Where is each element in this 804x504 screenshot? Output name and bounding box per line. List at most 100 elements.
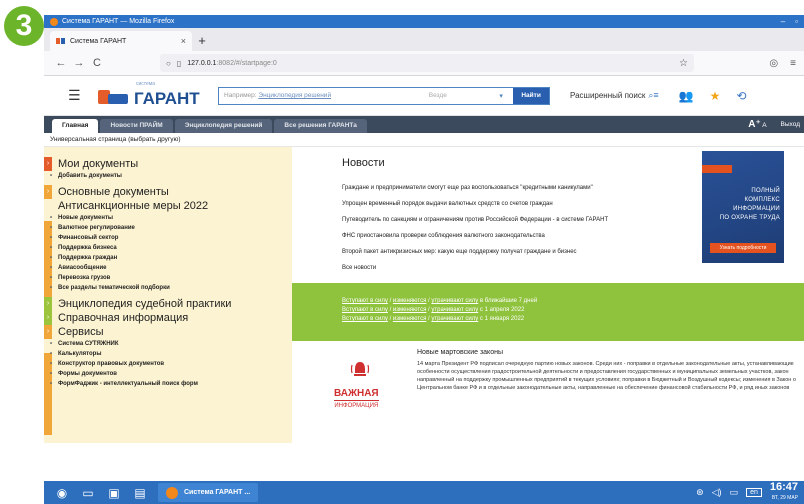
display-icon[interactable]: ▭: [730, 487, 739, 498]
news-item[interactable]: ФНС приостановила проверки соблюдения ва…: [342, 228, 608, 244]
chevron-right-icon: ›: [44, 311, 52, 325]
advanced-search-link[interactable]: Расширенный поиск ⌕≡: [570, 90, 659, 101]
sidebar-item-aviation[interactable]: Авиасообщение: [44, 263, 292, 273]
files-icon[interactable]: ▭: [80, 486, 96, 500]
logout-link[interactable]: Выход: [781, 121, 800, 128]
anti-sanctions-title[interactable]: Антисанкционные меры 2022: [44, 199, 292, 213]
important-info-block: ВАЖНАЯ ИНФОРМАЦИЯ Новые мартовские закон…: [292, 347, 804, 447]
sidebar-item-citizen-support[interactable]: Поддержка граждан: [44, 253, 292, 263]
tab-main[interactable]: Главная: [52, 119, 99, 133]
page-icon[interactable]: ▯: [177, 59, 181, 68]
sidebar-item-add-documents[interactable]: Добавить документы: [44, 171, 292, 181]
laws-text: 14 марта Президент РФ подписал очередную…: [417, 361, 796, 391]
sidebar-item-cargo[interactable]: Перевозка грузов: [44, 273, 292, 283]
basic-documents-title: Основные документы: [58, 186, 169, 198]
sidebar-item-doc-constructor[interactable]: Конструктор правовых документов: [44, 359, 292, 369]
section-basic-documents[interactable]: › Основные документы: [44, 185, 292, 199]
sidebar-item-new-documents[interactable]: Новые документы: [44, 213, 292, 223]
network-icon[interactable]: ⊛: [696, 487, 704, 498]
editor-icon[interactable]: ▤: [132, 486, 148, 500]
changed-link[interactable]: изменяются: [393, 316, 426, 322]
sidebar-item-sutyazhnik[interactable]: Система СУТЯЖНИК: [44, 339, 292, 349]
alarm-bell-icon: [350, 362, 370, 376]
chevron-down-icon[interactable]: ▾: [499, 92, 513, 100]
navigation-bar: ← → C ○ ▯ 127.0.0.1 :8082/#/startpage:0 …: [44, 51, 804, 76]
sidebar-item-all-sections[interactable]: Все разделы тематической подборки: [44, 283, 292, 293]
window-titlebar: Система ГАРАНТ — Mozilla Firefox – ▫: [44, 15, 804, 28]
hamburger-menu-icon[interactable]: ☰: [68, 87, 88, 104]
laws-title[interactable]: Новые мартовские законы: [417, 349, 503, 356]
section-tabs: Главная Новости ПРАЙМ Энциклопедия решен…: [44, 116, 804, 133]
url-bar[interactable]: ○ ▯ 127.0.0.1 :8082/#/startpage:0 ☆: [160, 54, 694, 72]
enter-into-force-link[interactable]: Вступают в силу: [342, 298, 388, 304]
news-item[interactable]: Путеводитель по санкциям и ограничениям …: [342, 212, 608, 228]
sidebar-item-form-search[interactable]: ФормФаджик - интеллектуальный поиск форм: [44, 379, 292, 389]
tab-encyclopedia[interactable]: Энциклопедия решений: [174, 119, 273, 133]
search-placeholder-prefix: Например:: [224, 92, 257, 99]
changed-link[interactable]: изменяются: [393, 307, 426, 313]
banner-details-button[interactable]: Узнать подробности: [710, 243, 776, 253]
browser-tab[interactable]: Система ГАРАНТ ×: [50, 31, 192, 51]
maximize-icon[interactable]: ▫: [795, 15, 798, 28]
font-smaller-button[interactable]: A: [762, 122, 766, 129]
keyboard-layout-indicator[interactable]: en: [746, 488, 762, 497]
folder-icon[interactable]: ▣: [106, 486, 122, 500]
history-icon[interactable]: ⟲: [736, 89, 746, 103]
changed-link[interactable]: изменяются: [393, 298, 426, 304]
news-item[interactable]: Второй пакет антикризисных мер: какую ещ…: [342, 244, 608, 260]
back-arrow-icon[interactable]: ←: [52, 57, 70, 69]
content-area: › Мои документы Добавить документы › Осн…: [44, 147, 804, 447]
taskbar-app-button[interactable]: Система ГАРАНТ ...: [158, 483, 259, 502]
sidebar-item-financial-sector[interactable]: Финансовый сектор: [44, 233, 292, 243]
sidebar-item-calculators[interactable]: Калькуляторы: [44, 349, 292, 359]
tab-close-icon[interactable]: ×: [181, 36, 186, 46]
search-input[interactable]: Например: Энциклопедия решений: [219, 92, 424, 99]
section-my-documents[interactable]: › Мои документы: [44, 157, 292, 171]
section-reference[interactable]: › Справочная информация: [44, 311, 292, 325]
reload-icon[interactable]: C: [88, 57, 106, 69]
tab-all-solutions[interactable]: Все решения ГАРАНТа: [274, 119, 367, 133]
forward-arrow-icon[interactable]: →: [70, 57, 88, 69]
sidebar-item-doc-forms[interactable]: Формы документов: [44, 369, 292, 379]
bookmark-star-icon[interactable]: ☆: [679, 58, 688, 69]
taskbar: ◉ ▭ ▣ ▤ Система ГАРАНТ ... ⊛ ◁) ▭ en 16:…: [44, 481, 804, 504]
garant-logo[interactable]: система ГАРАНТ: [98, 81, 218, 109]
tab-strip: Система ГАРАНТ × +: [44, 28, 804, 51]
news-item[interactable]: Граждане и предприниматели смогут еще ра…: [342, 180, 608, 196]
clock[interactable]: 16:47 ВТ, 29 МАР: [770, 481, 798, 504]
system-tray: ⊛ ◁) ▭ en 16:47 ВТ, 29 МАР: [696, 481, 804, 504]
search-button[interactable]: Найти: [513, 87, 549, 104]
shield-icon[interactable]: ○: [166, 59, 171, 68]
enter-into-force-link[interactable]: Вступают в силу: [342, 307, 388, 313]
screenshot: 3 Система ГАРАНТ — Mozilla Firefox – ▫ С…: [0, 0, 804, 504]
start-menu-icon[interactable]: ◉: [54, 486, 70, 500]
labor-safety-banner[interactable]: ПОЛНЫЙ КОМПЛЕКС ИНФОРМАЦИИ ПО ОХРАНЕ ТРУ…: [702, 151, 784, 263]
section-encyclopedia[interactable]: › Энциклопедия судебной практики: [44, 297, 292, 311]
minimize-icon[interactable]: –: [781, 15, 785, 28]
enter-into-force-link[interactable]: Вступают в силу: [342, 316, 388, 322]
lose-force-link[interactable]: утрачивают силу: [431, 298, 478, 304]
menu-icon[interactable]: ≡: [790, 58, 796, 69]
new-tab-plus-icon[interactable]: +: [192, 31, 212, 51]
banner-line: ПОЛНЫЙ: [751, 188, 780, 194]
section-services[interactable]: › Сервисы: [44, 325, 292, 339]
lose-force-link[interactable]: утрачивают силу: [431, 307, 478, 313]
lose-force-link[interactable]: утрачивают силу: [431, 316, 478, 322]
universal-page-link[interactable]: Универсальная страница (выбрать другую): [44, 133, 804, 147]
favorites-star-icon[interactable]: ★: [710, 89, 721, 103]
tab-prime-news[interactable]: Новости ПРАЙМ: [100, 119, 173, 133]
news-item[interactable]: Упрощен временный порядок выдачи валютны…: [342, 196, 608, 212]
sidebar-item-currency-regulation[interactable]: Валютное регулирование: [44, 223, 292, 233]
tabs-right-controls: A⁺ A Выход: [748, 116, 804, 133]
search-placeholder-link[interactable]: Энциклопедия решений: [258, 92, 331, 99]
url-path: :8082/#/startpage:0: [216, 59, 277, 67]
sidebar-item-business-support[interactable]: Поддержка бизнеса: [44, 243, 292, 253]
search-scope-select[interactable]: Везде: [424, 92, 500, 99]
font-larger-button[interactable]: A⁺: [748, 119, 761, 130]
volume-icon[interactable]: ◁): [712, 487, 722, 498]
pocket-icon[interactable]: ◎: [769, 58, 778, 69]
toolbar-right: ◎ ≡: [769, 58, 796, 69]
all-news-link[interactable]: Все новости: [342, 260, 608, 276]
clock-date: ВТ, 29 МАР: [771, 494, 798, 501]
users-icon[interactable]: 👥: [679, 89, 694, 103]
